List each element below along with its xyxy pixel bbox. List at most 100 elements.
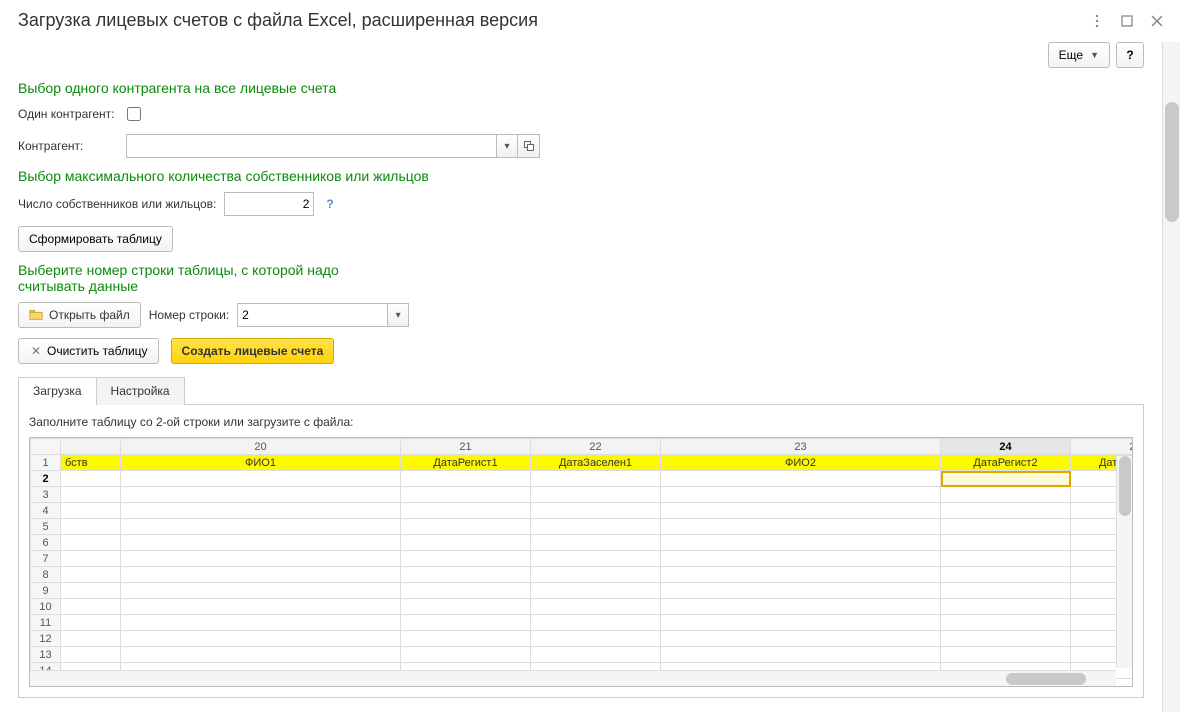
- col-header[interactable]: 23: [661, 439, 941, 455]
- tab-settings[interactable]: Настройка: [96, 377, 185, 405]
- cell[interactable]: [531, 471, 661, 487]
- cell[interactable]: [661, 535, 941, 551]
- row-header[interactable]: 11: [31, 615, 61, 631]
- cell[interactable]: [661, 567, 941, 583]
- col-header[interactable]: 25: [1071, 439, 1134, 455]
- cell[interactable]: [941, 647, 1071, 663]
- cell[interactable]: [121, 567, 401, 583]
- cell[interactable]: [941, 487, 1071, 503]
- cell[interactable]: [941, 551, 1071, 567]
- kebab-menu-icon[interactable]: [1088, 12, 1106, 30]
- cell[interactable]: [531, 535, 661, 551]
- open-file-button[interactable]: Открыть файл: [18, 302, 141, 328]
- cell[interactable]: [121, 471, 401, 487]
- cell[interactable]: [401, 615, 531, 631]
- cell[interactable]: [531, 551, 661, 567]
- cell[interactable]: [121, 551, 401, 567]
- col-header[interactable]: [61, 439, 121, 455]
- cell[interactable]: [121, 615, 401, 631]
- row-header[interactable]: 1: [31, 455, 61, 471]
- row-header[interactable]: 4: [31, 503, 61, 519]
- one-contractor-checkbox[interactable]: [127, 107, 141, 121]
- cell[interactable]: [531, 519, 661, 535]
- cell[interactable]: [531, 615, 661, 631]
- cell[interactable]: [941, 567, 1071, 583]
- cell[interactable]: [531, 487, 661, 503]
- create-accounts-button[interactable]: Создать лицевые счета: [171, 338, 335, 364]
- sheet-hscrollbar[interactable]: [30, 670, 1116, 686]
- cell[interactable]: [661, 631, 941, 647]
- col-header[interactable]: 21: [401, 439, 531, 455]
- form-table-button[interactable]: Сформировать таблицу: [18, 226, 173, 252]
- help-button[interactable]: ?: [1116, 42, 1144, 68]
- cell[interactable]: [121, 599, 401, 615]
- cell[interactable]: [61, 519, 121, 535]
- header-cell[interactable]: ДатаРегист1: [401, 455, 531, 471]
- header-cell[interactable]: ДатаРегист2: [941, 455, 1071, 471]
- close-icon[interactable]: [1148, 12, 1166, 30]
- cell[interactable]: [61, 599, 121, 615]
- row-header[interactable]: 12: [31, 631, 61, 647]
- cell[interactable]: [531, 599, 661, 615]
- cell[interactable]: [941, 535, 1071, 551]
- cell[interactable]: [941, 503, 1071, 519]
- tab-load[interactable]: Загрузка: [18, 377, 97, 405]
- cell[interactable]: [121, 519, 401, 535]
- header-cell[interactable]: ФИО1: [121, 455, 401, 471]
- contractor-combo[interactable]: ▾: [126, 134, 540, 158]
- window-vscrollbar[interactable]: [1162, 42, 1180, 712]
- row-header[interactable]: 10: [31, 599, 61, 615]
- cell[interactable]: [401, 503, 531, 519]
- cell[interactable]: [401, 519, 531, 535]
- cell[interactable]: [531, 631, 661, 647]
- cell[interactable]: [61, 503, 121, 519]
- col-header[interactable]: 24: [941, 439, 1071, 455]
- contractor-dropdown-button[interactable]: ▾: [496, 134, 518, 158]
- cell[interactable]: [661, 599, 941, 615]
- row-header[interactable]: 5: [31, 519, 61, 535]
- header-cell[interactable]: бств: [61, 455, 121, 471]
- cell[interactable]: [61, 551, 121, 567]
- row-header[interactable]: 6: [31, 535, 61, 551]
- row-header[interactable]: 13: [31, 647, 61, 663]
- cell[interactable]: [661, 519, 941, 535]
- cell[interactable]: [941, 583, 1071, 599]
- maximize-icon[interactable]: [1118, 12, 1136, 30]
- header-cell[interactable]: ФИО2: [661, 455, 941, 471]
- cell[interactable]: [121, 487, 401, 503]
- clear-table-button[interactable]: ✕ Очистить таблицу: [18, 338, 159, 364]
- cell[interactable]: [61, 487, 121, 503]
- cell[interactable]: [531, 647, 661, 663]
- row-header[interactable]: 9: [31, 583, 61, 599]
- help-icon[interactable]: ?: [326, 197, 333, 211]
- contractor-input[interactable]: [126, 134, 496, 158]
- cell[interactable]: [401, 647, 531, 663]
- cell[interactable]: [121, 631, 401, 647]
- cell[interactable]: [941, 615, 1071, 631]
- cell[interactable]: [661, 471, 941, 487]
- more-button[interactable]: Еще ▼: [1048, 42, 1110, 68]
- cell[interactable]: [661, 615, 941, 631]
- cell[interactable]: [121, 535, 401, 551]
- cell[interactable]: [661, 487, 941, 503]
- cell[interactable]: [401, 471, 531, 487]
- sheet-vscrollbar[interactable]: [1116, 456, 1132, 668]
- cell[interactable]: [61, 647, 121, 663]
- spreadsheet[interactable]: 202122232425 1бствФИО1ДатаРегист1ДатаЗас…: [29, 437, 1133, 687]
- cell[interactable]: [661, 503, 941, 519]
- cell[interactable]: [941, 599, 1071, 615]
- cell[interactable]: [531, 567, 661, 583]
- cell[interactable]: [121, 503, 401, 519]
- cell[interactable]: [401, 631, 531, 647]
- row-num-dropdown-button[interactable]: ▾: [387, 303, 409, 327]
- cell[interactable]: [61, 567, 121, 583]
- cell[interactable]: [61, 471, 121, 487]
- cell[interactable]: [401, 551, 531, 567]
- cell[interactable]: [401, 583, 531, 599]
- header-cell[interactable]: ДатаЗаселен1: [531, 455, 661, 471]
- row-num-input[interactable]: [237, 303, 387, 327]
- row-header[interactable]: 2: [31, 471, 61, 487]
- cell[interactable]: [661, 551, 941, 567]
- contractor-open-button[interactable]: [518, 134, 540, 158]
- cell[interactable]: [121, 583, 401, 599]
